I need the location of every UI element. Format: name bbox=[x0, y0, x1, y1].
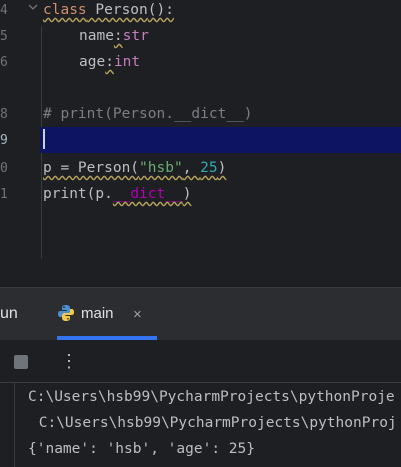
toolbar-divider bbox=[0, 382, 401, 383]
run-tool-window-header: un main × bbox=[0, 288, 401, 340]
fold-chevron-icon[interactable] bbox=[28, 2, 38, 12]
code-line: name: str bbox=[79, 23, 149, 49]
attribute-name: age bbox=[79, 54, 106, 70]
code-token: ) bbox=[217, 160, 227, 176]
dunder-attribute: __dict__ bbox=[112, 186, 183, 202]
number-literal: 25 bbox=[200, 160, 218, 176]
comment: # print(Person.__dict__) bbox=[43, 106, 253, 122]
class-name: Person bbox=[86, 2, 148, 18]
run-panel-title: un bbox=[0, 305, 18, 322]
string-literal: "hsb" bbox=[139, 160, 183, 176]
code-line: p = Person("hsb", 25) bbox=[43, 155, 226, 181]
function-call: print( bbox=[43, 186, 96, 202]
code-token: : bbox=[105, 54, 114, 70]
code-editor[interactable]: 4 5 6 8 9 0 1 class Person (): name: str a… bbox=[0, 0, 401, 260]
attribute-name: name bbox=[79, 28, 114, 44]
line-number: 1 bbox=[0, 186, 8, 202]
code-line: print(p. __dict__) bbox=[43, 181, 191, 207]
code-token: p. bbox=[95, 186, 113, 202]
line-number: 5 bbox=[0, 28, 8, 44]
function-call: Person( bbox=[77, 160, 140, 176]
type-annotation: int bbox=[113, 54, 141, 70]
code-token: p = bbox=[43, 160, 78, 176]
stop-icon[interactable] bbox=[14, 355, 28, 369]
keyword: class bbox=[43, 2, 87, 18]
code-token: (): bbox=[147, 2, 174, 18]
line-number-gutter: 4 5 6 8 9 0 1 bbox=[0, 0, 40, 260]
type-annotation: str bbox=[122, 28, 149, 44]
console-output-line: C:\Users\hsb99\PycharmProjects\pythonPro… bbox=[30, 415, 397, 431]
code-line: age: int bbox=[79, 49, 140, 75]
tab-main[interactable]: main × bbox=[57, 288, 157, 340]
python-icon bbox=[58, 305, 74, 321]
code-line: class Person (): bbox=[43, 0, 174, 23]
code-token: : bbox=[113, 28, 123, 44]
more-options-icon[interactable]: ⋮ bbox=[60, 352, 78, 370]
text-cursor bbox=[43, 129, 45, 149]
code-token: , bbox=[182, 160, 201, 176]
current-line-highlight bbox=[40, 127, 401, 153]
close-icon[interactable]: × bbox=[133, 306, 142, 323]
line-number: 0 bbox=[0, 160, 8, 176]
line-number-current: 9 bbox=[0, 132, 8, 148]
console-gutter bbox=[14, 382, 15, 467]
console-output-line: C:\Users\hsb99\PycharmProjects\pythonPro… bbox=[28, 389, 395, 405]
tab-label: main bbox=[81, 305, 114, 322]
code-token: ) bbox=[182, 186, 192, 202]
code-line: # print(Person.__dict__) bbox=[43, 101, 253, 127]
line-number: 8 bbox=[0, 106, 8, 122]
console-output-line: {'name': 'hsb', 'age': 25} bbox=[28, 441, 255, 457]
line-number: 6 bbox=[0, 54, 8, 70]
